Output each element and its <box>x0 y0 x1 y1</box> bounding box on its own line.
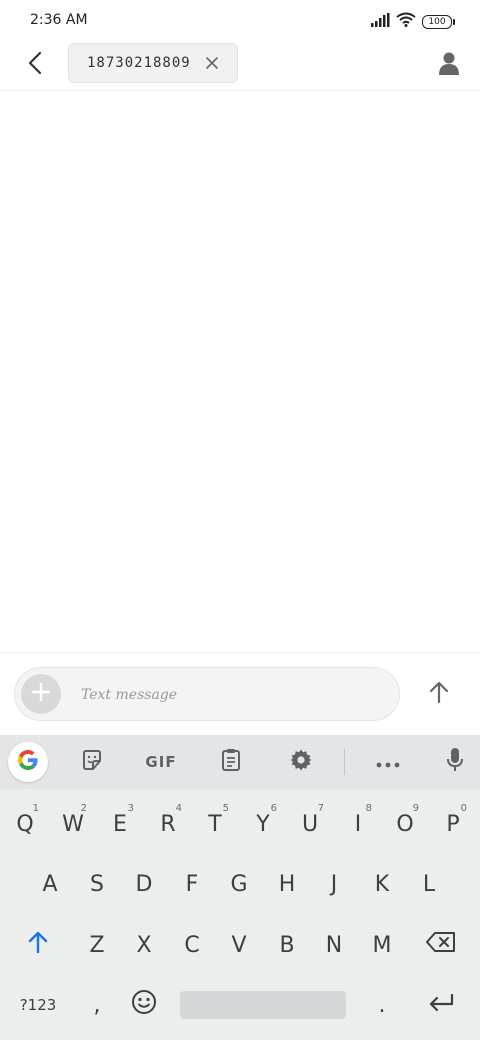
battery-icon: 100 <box>422 14 455 29</box>
key-g[interactable]: G <box>219 859 259 909</box>
back-arrow-icon <box>27 51 43 79</box>
more-options-button[interactable] <box>368 743 408 781</box>
voice-input-button[interactable] <box>435 743 475 781</box>
key-k[interactable]: K <box>362 859 402 909</box>
key-r[interactable]: R4 <box>148 799 188 849</box>
emoji-key[interactable] <box>124 980 164 1030</box>
space-key[interactable] <box>180 991 346 1019</box>
toolbar-divider <box>344 749 345 775</box>
remove-recipient-button[interactable] <box>203 54 221 72</box>
google-g-icon <box>16 748 40 776</box>
back-button[interactable] <box>20 50 50 80</box>
period-key[interactable]: . <box>362 980 402 1030</box>
keyboard: GIF Q 1 W 2 E 3 R 4 T 5 Y 6 U 7 I 8 O 9 … <box>0 735 480 1040</box>
key-h[interactable]: H <box>267 859 307 909</box>
plus-icon <box>31 682 51 706</box>
status-time: 2:36 AM <box>30 12 88 28</box>
keyboard-toolbar: GIF <box>0 735 480 789</box>
send-button[interactable] <box>422 677 456 711</box>
sticker-button[interactable] <box>72 743 112 781</box>
symbols-key[interactable]: ?123 <box>12 980 64 1030</box>
clipboard-button[interactable] <box>211 743 251 781</box>
microphone-icon <box>446 747 464 777</box>
key-s[interactable]: S <box>77 859 117 909</box>
key-z[interactable]: Z <box>77 920 117 970</box>
attach-button[interactable] <box>21 674 61 714</box>
key-c[interactable]: C <box>172 920 212 970</box>
key-q[interactable]: Q1 <box>5 799 45 849</box>
status-icons: 100 <box>370 12 455 31</box>
key-w[interactable]: W2 <box>53 799 93 849</box>
key-n[interactable]: N <box>314 920 354 970</box>
comma-key[interactable]: , <box>77 980 117 1030</box>
backspace-icon <box>426 932 456 958</box>
key-f[interactable]: F <box>172 859 212 909</box>
signal-icon <box>370 12 390 31</box>
key-m[interactable]: M <box>362 920 402 970</box>
conversation-header: 18730218809 <box>0 42 480 91</box>
key-a[interactable]: A <box>30 859 70 909</box>
compose-bar <box>0 652 480 735</box>
key-i[interactable]: I8 <box>338 799 378 849</box>
shift-key[interactable] <box>18 920 58 970</box>
key-d[interactable]: D <box>124 859 164 909</box>
smiley-icon <box>131 989 157 1021</box>
shift-arrow-icon <box>28 931 48 959</box>
enter-key[interactable] <box>421 980 461 1030</box>
compose-field <box>14 667 400 721</box>
key-o[interactable]: O9 <box>385 799 425 849</box>
contact-button[interactable] <box>434 50 464 80</box>
more-horiz-icon <box>376 753 400 772</box>
close-icon <box>206 57 218 69</box>
status-bar: 2:36 AM 100 <box>0 0 480 42</box>
message-input[interactable] <box>79 682 383 708</box>
gear-icon <box>289 748 313 776</box>
key-e[interactable]: E3 <box>100 799 140 849</box>
wifi-icon <box>396 12 416 31</box>
key-y[interactable]: Y6 <box>243 799 283 849</box>
key-t[interactable]: T5 <box>195 799 235 849</box>
arrow-up-icon <box>429 681 449 707</box>
recipient-number: 18730218809 <box>87 55 191 71</box>
settings-button[interactable] <box>281 743 321 781</box>
key-x[interactable]: X <box>124 920 164 970</box>
message-list <box>0 91 480 651</box>
person-icon <box>438 51 460 79</box>
recipient-chip[interactable]: 18730218809 <box>68 43 238 83</box>
backspace-key[interactable] <box>421 920 461 970</box>
sticker-icon <box>80 748 104 776</box>
key-u[interactable]: U7 <box>290 799 330 849</box>
key-b[interactable]: B <box>267 920 307 970</box>
gif-button[interactable]: GIF <box>136 743 186 781</box>
clipboard-icon <box>220 748 242 776</box>
google-search-button[interactable] <box>8 742 48 782</box>
key-l[interactable]: L <box>409 859 449 909</box>
key-j[interactable]: J <box>314 859 354 909</box>
gif-label: GIF <box>145 753 177 771</box>
key-p[interactable]: P0 <box>433 799 473 849</box>
enter-arrow-icon <box>428 993 454 1018</box>
key-v[interactable]: V <box>219 920 259 970</box>
